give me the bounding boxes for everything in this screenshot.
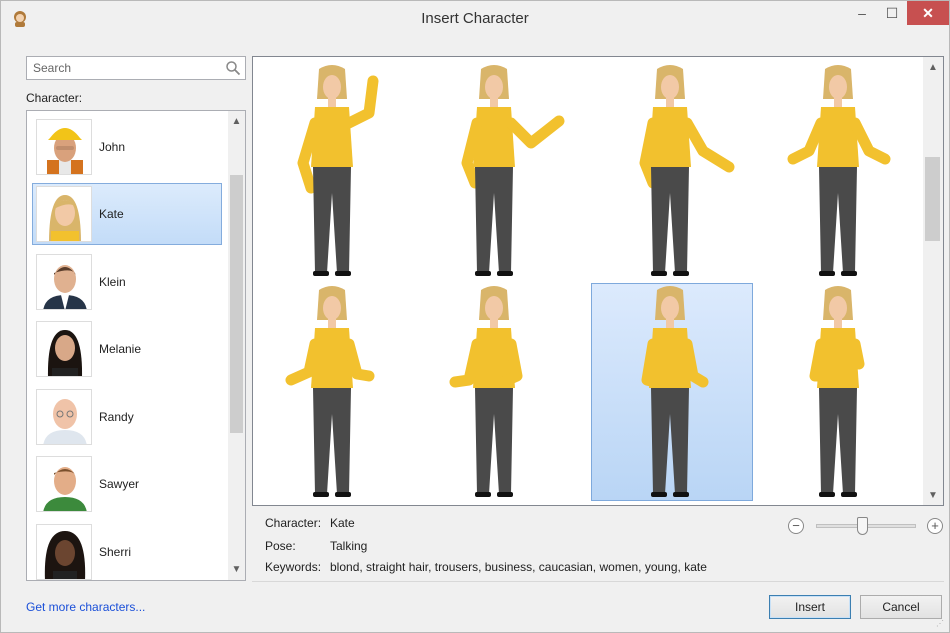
zoom-slider[interactable] [816,517,916,535]
character-name: Sherri [99,545,132,559]
list-item-klein[interactable]: Klein [32,251,222,313]
pose-open-hands[interactable] [253,283,415,501]
info-pose-row: Pose: Talking [265,539,367,553]
info-keywords-value: blond, straight hair, trousers, business… [330,560,707,574]
list-item-sherri[interactable]: Sherri [32,521,222,580]
search-icon[interactable] [225,60,241,76]
pose-grid: ▲ ▼ [252,56,944,506]
search-box [26,56,246,80]
pose-point-up-right[interactable] [253,62,415,280]
sawyer-avatar [36,456,92,512]
character-figure [449,286,523,497]
character-name: Klein [99,275,126,289]
insert-character-dialog: Insert Character – ☐ ✕ Character: John [0,0,950,633]
zoom-slider-handle[interactable] [857,517,868,535]
character-figure [297,65,379,276]
zoom-out-icon[interactable]: − [788,518,804,534]
get-more-characters-link[interactable]: Get more characters... [26,600,145,614]
list-item-melanie[interactable]: Melanie [32,318,222,380]
character-figure [285,286,375,497]
kate-avatar [36,186,92,242]
character-name: John [99,140,126,154]
sherri-avatar [36,524,92,580]
scroll-down-arrow-icon[interactable]: ▼ [228,561,245,578]
character-name: Kate [99,207,124,221]
klein-avatar [36,254,92,310]
separator [252,581,944,582]
close-button[interactable]: ✕ [907,1,949,25]
minimize-button[interactable]: – [847,1,877,25]
search-input[interactable] [27,57,217,79]
randy-avatar [36,389,92,445]
pose-thinking[interactable] [761,283,923,501]
info-character-row: Character: Kate [265,516,355,530]
character-figure [641,286,709,497]
character-name: Sawyer [99,477,140,491]
scroll-down-arrow-icon[interactable]: ▼ [923,487,943,504]
insert-button[interactable]: Insert [769,595,851,619]
pose-point-down-right[interactable] [591,62,753,280]
character-figure [639,65,735,276]
scroll-up-arrow-icon[interactable]: ▲ [228,113,245,130]
window-title: Insert Character [421,10,529,27]
list-item-sawyer[interactable]: Sawyer [32,453,222,515]
john-avatar [36,119,92,175]
list-item-randy[interactable]: Randy [32,386,222,448]
title-bar: Insert Character – ☐ ✕ [1,1,949,35]
character-name: Randy [99,410,134,424]
character-figure [809,286,865,497]
zoom-in-icon[interactable]: + [927,518,943,534]
character-figure [787,65,891,276]
character-list-scrollbar[interactable]: ▲ ▼ [228,111,245,580]
pose-shrug[interactable] [761,62,923,280]
info-keywords-key: Keywords: [265,560,322,574]
info-keywords-row: Keywords: blond, straight hair, trousers,… [265,560,707,574]
melanie-avatar [36,321,92,377]
pose-talking[interactable] [591,283,753,501]
character-list: John Kate Klein Melanie Randy Sawyer She… [26,110,246,581]
cancel-button[interactable]: Cancel [860,595,942,619]
pose-point-right[interactable] [419,62,581,280]
list-item-john[interactable]: John [32,116,222,178]
info-pose-key: Pose: [265,539,296,553]
pose-hands-gesture[interactable] [419,283,581,501]
maximize-button[interactable]: ☐ [877,1,907,25]
info-pose-value: Talking [330,539,368,553]
character-list-label: Character: [26,91,83,105]
scroll-thumb[interactable] [925,157,940,241]
pose-grid-scrollbar[interactable]: ▲ ▼ [923,57,943,505]
list-item-kate[interactable]: Kate [32,183,222,245]
resize-grip-icon[interactable]: ⋰ [936,619,946,629]
character-figure [461,65,565,276]
character-name: Melanie [99,342,142,356]
info-character-value: Kate [330,516,355,530]
scroll-up-arrow-icon[interactable]: ▲ [923,59,943,76]
scroll-thumb[interactable] [230,175,243,433]
info-character-key: Character: [265,516,322,530]
